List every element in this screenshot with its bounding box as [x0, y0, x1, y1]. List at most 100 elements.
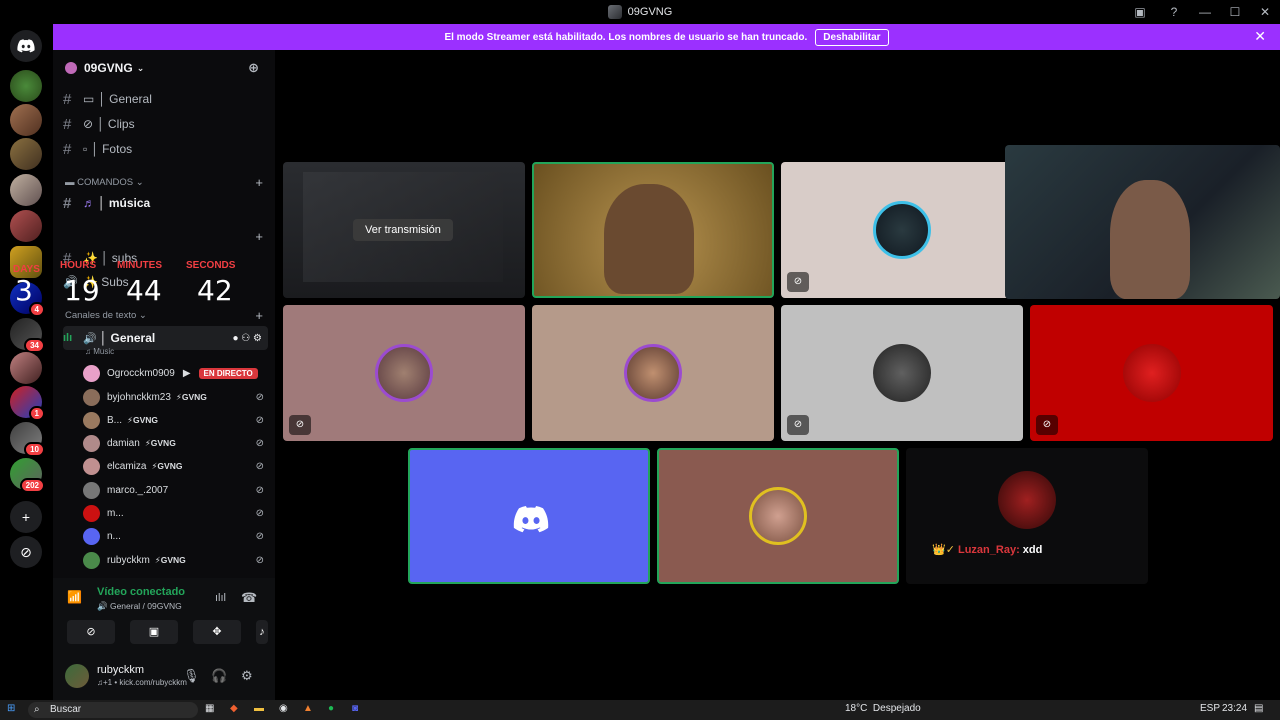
video-tile-avatar[interactable] [532, 305, 774, 441]
video-tile-chat-overlay[interactable]: 👑✓ Luzan_Ray: xdd [906, 448, 1148, 584]
taskbar-search[interactable]: ⌕ Buscar [28, 702, 198, 718]
inbox-icon[interactable]: ▣ [1133, 5, 1147, 19]
streamer-mode-banner: El modo Streamer está habilitado. Los no… [53, 24, 1280, 50]
muted-icon: ⊘ [255, 530, 264, 542]
voice-channel-actions[interactable]: ● ⚇ ⚙ [232, 333, 262, 344]
server-pink[interactable] [10, 352, 42, 384]
server-pepe[interactable] [10, 70, 42, 102]
explorer-icon[interactable]: ▬ [254, 703, 264, 714]
voice-user-row[interactable]: damian ⚡GVNG ⊘ [83, 433, 268, 453]
headphones-icon[interactable]: 🎧 [211, 668, 227, 684]
window-titlebar: 09GVNG ▣ ? — ☐ ✕ [0, 0, 1280, 24]
server-4[interactable] [10, 174, 42, 206]
video-tile-default-avatar[interactable] [408, 448, 650, 584]
voice-status: Vídeo conectado [97, 586, 186, 598]
voice-user-row[interactable]: byjohnckkm23 ⚡GVNG ⊘ [83, 387, 268, 407]
video-tile-speaking[interactable] [532, 162, 774, 298]
voice-user-name: n... [107, 530, 121, 542]
disable-streamer-button[interactable]: Deshabilitar [815, 28, 889, 46]
channel-label: │ General [98, 92, 152, 106]
add-friend-icon[interactable]: ⊕ [248, 60, 259, 76]
add-channel-icon[interactable]: + [255, 229, 263, 244]
avatar[interactable] [65, 664, 89, 688]
add-channel-icon[interactable]: + [255, 175, 263, 190]
channel-fotos[interactable]: # ▫ │ Fotos [63, 138, 268, 160]
user-avatar [1122, 344, 1181, 402]
spotify-icon[interactable]: ● [328, 703, 334, 714]
disconnect-icon[interactable]: ☎ [241, 590, 257, 606]
discord-home-icon[interactable] [10, 30, 42, 62]
voice-user-row[interactable]: marco._.2007 ⊘ [83, 480, 268, 500]
video-tile-avatar[interactable]: ⊘ [1030, 305, 1273, 441]
clock[interactable]: 23:24 [1222, 703, 1247, 714]
channel-clips[interactable]: # ⊘ │ Clips [63, 113, 268, 135]
server-rubyckkm[interactable] [10, 138, 42, 170]
watch-stream-button[interactable]: Ver transmisión [353, 219, 453, 241]
discord-taskbar-icon[interactable]: ◙ [352, 703, 358, 714]
windows-start-icon[interactable]: ⊞ [7, 703, 15, 714]
muted-icon: ⊘ [255, 391, 264, 403]
voice-user-row[interactable]: B... ⚡GVNG ⊘ [83, 410, 268, 430]
notifications-icon[interactable]: ▤ [1254, 703, 1263, 714]
hash-icon: # [63, 194, 72, 212]
voice-user-row[interactable]: n... ⊘ [83, 526, 268, 546]
avatar [83, 411, 100, 429]
explore-icon[interactable]: ⊘ [10, 536, 42, 568]
language-indicator[interactable]: ESP [1200, 703, 1220, 714]
app-icon[interactable]: ▲ [303, 703, 313, 714]
server-rail: 4 34 1 10 202 + ⊘ [0, 24, 52, 700]
voice-user-row[interactable]: elcamiza ⚡GVNG ⊘ [83, 456, 268, 476]
close-window-button[interactable]: ✕ [1250, 5, 1280, 19]
microphone-icon[interactable]: 🎙 [183, 668, 200, 684]
noise-suppression-icon[interactable]: ılıl [215, 592, 226, 604]
channel-label: │ música [98, 196, 151, 210]
task-view-icon[interactable]: ▦ [205, 703, 214, 714]
category-comandos[interactable]: ▬ COMANDOS ⌄ [65, 177, 144, 188]
windows-taskbar: ⊞ ⌕ Buscar ▦ ◆ ▬ ◉ ▲ ● ◙ 18°C Despejado E… [0, 700, 1280, 720]
add-server-icon[interactable]: + [10, 501, 42, 533]
minimize-button[interactable]: — [1190, 5, 1220, 19]
search-icon: ⌕ [34, 704, 40, 715]
banner-text: El modo Streamer está habilitado. Los no… [444, 31, 808, 43]
server-minecraft[interactable]: 202 [10, 458, 45, 493]
video-tile-webcam[interactable] [1005, 145, 1280, 299]
video-tile-avatar[interactable]: ⊘ [781, 305, 1023, 441]
speaker-icon: 🔊 [83, 332, 97, 345]
brave-icon[interactable]: ◆ [230, 703, 238, 714]
channel-musica[interactable]: # ♬ │ música [63, 192, 268, 214]
voice-user-row[interactable]: Ogrocckm0909 ▶ EN DIRECTO [83, 363, 268, 383]
video-tile-avatar[interactable] [657, 448, 899, 584]
music-icon: ♬ [83, 196, 95, 210]
obs-icon[interactable]: ◉ [279, 703, 288, 714]
voice-user-row[interactable]: rubyckkm ⚡GVNG ⊘ [83, 550, 268, 570]
close-icon[interactable]: ✕ [1254, 28, 1266, 45]
voice-user-name: Ogrocckm0909 [107, 367, 175, 379]
maximize-button[interactable]: ☐ [1220, 5, 1250, 19]
user-avatar [873, 344, 931, 402]
server-chile[interactable]: 1 [10, 386, 45, 421]
video-tile-avatar[interactable]: ⊘ [781, 162, 1023, 298]
server-09gvng[interactable] [10, 104, 42, 136]
muted-icon: ⊘ [255, 484, 264, 496]
voice-user-row[interactable]: m... ⊘ [83, 503, 268, 523]
voice-user-name: rubyckkm [107, 554, 150, 566]
channel-sidebar: 09GVNG ⌄ ⊕ # ▭ │ General # ⊘ │ Clips # ▫… [13, 50, 275, 700]
screen-share-button[interactable]: ▣ [130, 620, 178, 644]
video-tile-avatar[interactable]: ⊘ [283, 305, 525, 441]
user-avatar [624, 344, 682, 402]
username: rubyckkm [97, 664, 145, 676]
server-header[interactable]: 09GVNG ⌄ ⊕ [53, 50, 275, 86]
server-5[interactable] [10, 210, 42, 242]
server-black[interactable]: 34 [10, 318, 45, 353]
soundboard-button[interactable]: ♪ [256, 620, 268, 644]
server-name: 09GVNG [84, 61, 133, 75]
channel-general[interactable]: # ▭ │ General [63, 88, 268, 110]
camera-off-button[interactable]: ⊘ [67, 620, 115, 644]
user-avatar [749, 487, 807, 545]
webcam-person [604, 184, 694, 294]
help-icon[interactable]: ? [1167, 5, 1181, 19]
server-grid[interactable]: 10 [10, 422, 45, 457]
settings-gear-icon[interactable]: ⚙ [241, 668, 253, 684]
activities-button[interactable]: ✥ [193, 620, 241, 644]
stream-preview-tile[interactable]: Ver transmisión [283, 162, 525, 298]
